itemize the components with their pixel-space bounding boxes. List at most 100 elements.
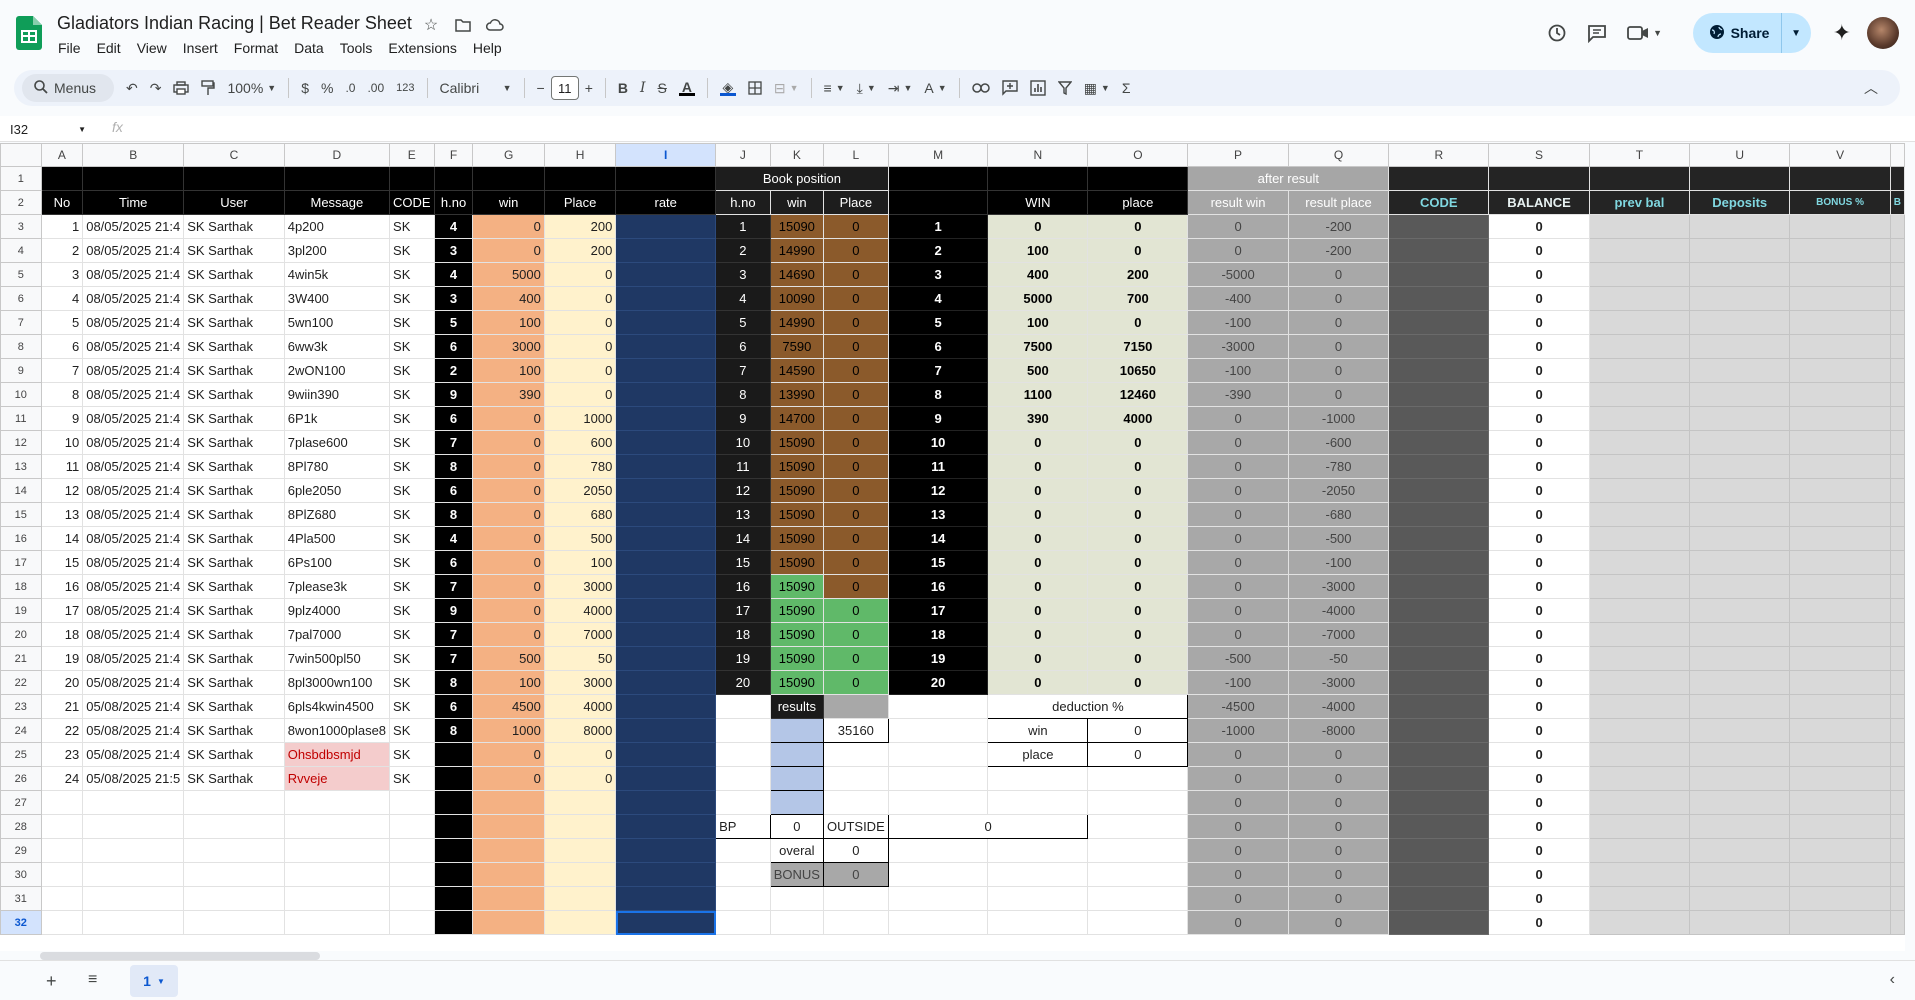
bet-time-cell[interactable] <box>82 790 185 815</box>
bet-message-cell[interactable]: 2wON100 <box>283 358 391 383</box>
book-win-cell[interactable]: 15090 <box>769 454 824 479</box>
bet-time-cell[interactable]: 08/05/2025 21:4 <box>82 286 185 311</box>
row-header[interactable]: 3 <box>0 214 42 239</box>
cell[interactable] <box>715 886 771 911</box>
font-size-increase-button[interactable]: + <box>579 74 599 102</box>
bet-win-cell[interactable]: 0 <box>472 766 545 791</box>
book-win-cell[interactable]: 14990 <box>769 310 824 335</box>
book-win-cell[interactable]: 10090 <box>769 286 824 311</box>
bet-user-cell[interactable]: SK Sarthak <box>183 406 285 431</box>
bonus-cell[interactable] <box>1789 790 1891 815</box>
position-win-cell[interactable]: 390 <box>987 406 1089 431</box>
balance-cell[interactable]: 0 <box>1488 526 1590 551</box>
move-folder-icon[interactable] <box>452 14 474 36</box>
bonus-cell[interactable] <box>1789 646 1891 671</box>
column-header-r[interactable]: R <box>1388 143 1490 167</box>
book-place-cell[interactable]: 0 <box>822 406 889 431</box>
bet-code-cell[interactable]: SK <box>389 238 435 263</box>
position-number-cell[interactable]: 17 <box>887 598 989 623</box>
font-size-input[interactable]: 11 <box>550 76 579 100</box>
result-place-cell[interactable]: -7000 <box>1287 622 1390 647</box>
bet-win-cell[interactable] <box>472 910 545 935</box>
bet-hno-cell[interactable]: 8 <box>433 454 474 479</box>
bet-code-cell[interactable]: SK <box>389 574 435 599</box>
balance-cell[interactable]: 0 <box>1488 742 1590 767</box>
row-header[interactable]: 5 <box>0 262 42 287</box>
bet-hno-cell[interactable] <box>433 766 474 791</box>
balance-cell[interactable]: 0 <box>1488 766 1590 791</box>
avatar[interactable] <box>1867 17 1899 49</box>
position-win-cell[interactable]: 1100 <box>987 382 1089 407</box>
bet-place-cell[interactable] <box>543 838 617 863</box>
bet-hno-cell[interactable] <box>433 886 474 911</box>
book-place-cell[interactable]: 0 <box>822 478 889 503</box>
cell[interactable] <box>769 886 824 911</box>
position-number-cell[interactable]: 5 <box>887 310 989 335</box>
rate-cell[interactable] <box>615 814 717 839</box>
position-place-cell[interactable]: 7150 <box>1087 334 1189 359</box>
cell[interactable] <box>887 742 989 767</box>
position-place-cell[interactable]: 0 <box>1087 598 1189 623</box>
bet-win-cell[interactable]: 0 <box>472 622 545 647</box>
bonus-cell[interactable] <box>1789 694 1891 719</box>
bet-no-cell[interactable]: 19 <box>40 646 84 671</box>
bet-time-cell[interactable]: 05/08/2025 21:4 <box>82 670 185 695</box>
book-hno-cell[interactable]: 7 <box>715 358 771 383</box>
column-header-s[interactable]: S <box>1488 143 1590 167</box>
row-header[interactable]: 14 <box>0 478 42 503</box>
rate-cell[interactable] <box>615 862 717 887</box>
rate-cell[interactable] <box>615 406 717 431</box>
bet-code-cell[interactable]: SK <box>389 502 435 527</box>
result-win-cell[interactable]: 0 <box>1187 622 1289 647</box>
result-place-cell[interactable]: 0 <box>1287 814 1390 839</box>
bet-hno-cell[interactable]: 8 <box>433 718 474 743</box>
bet-message-cell[interactable]: 6ple2050 <box>283 478 391 503</box>
position-win-cell[interactable]: 0 <box>987 574 1089 599</box>
rate-cell[interactable] <box>615 670 717 695</box>
code-cell[interactable] <box>1388 718 1490 743</box>
bet-hno-cell[interactable]: 8 <box>433 502 474 527</box>
book-hno-cell[interactable]: 5 <box>715 310 771 335</box>
cell[interactable] <box>1889 814 1905 839</box>
bonus-cell[interactable] <box>1789 358 1891 383</box>
code-cell[interactable] <box>1388 310 1490 335</box>
bet-message-cell[interactable]: 4Pla500 <box>283 526 391 551</box>
result-win-cell[interactable]: 0 <box>1187 478 1289 503</box>
bet-message-cell[interactable]: 9plz4000 <box>283 598 391 623</box>
font-select[interactable]: Calibri ▼ <box>434 74 518 102</box>
position-place-cell[interactable]: 0 <box>1087 622 1189 647</box>
bet-user-cell[interactable] <box>183 838 285 863</box>
cell[interactable] <box>1889 910 1905 935</box>
balance-cell[interactable]: 0 <box>1488 262 1590 287</box>
prev-bal-cell[interactable] <box>1588 358 1691 383</box>
results-total[interactable]: 35160 <box>822 718 889 743</box>
bet-code-cell[interactable]: SK <box>389 430 435 455</box>
merge-cells-icon[interactable]: ⊟ ▼ <box>768 74 805 102</box>
book-hno-cell[interactable]: 15 <box>715 550 771 575</box>
book-place-cell[interactable]: 0 <box>822 502 889 527</box>
result-input-cell[interactable] <box>769 742 824 767</box>
column-header-u[interactable]: U <box>1689 143 1791 167</box>
book-place-cell[interactable]: 0 <box>822 430 889 455</box>
bonus-cell[interactable] <box>1789 910 1891 935</box>
cell[interactable] <box>1889 886 1905 911</box>
cell[interactable] <box>1889 502 1905 527</box>
position-win-cell[interactable]: 0 <box>987 430 1089 455</box>
cell[interactable] <box>987 766 1089 791</box>
row-header[interactable]: 22 <box>0 670 42 695</box>
book-place-cell[interactable]: 0 <box>822 358 889 383</box>
bet-win-cell[interactable]: 0 <box>472 430 545 455</box>
bet-code-cell[interactable] <box>389 814 435 839</box>
book-win-cell[interactable]: 14590 <box>769 358 824 383</box>
book-place-cell[interactable]: 0 <box>822 574 889 599</box>
cell[interactable] <box>1889 838 1905 863</box>
prev-bal-cell[interactable] <box>1588 526 1691 551</box>
bet-win-cell[interactable]: 100 <box>472 358 545 383</box>
position-place-cell[interactable]: 4000 <box>1087 406 1189 431</box>
book-win-cell[interactable]: 14700 <box>769 406 824 431</box>
cell[interactable] <box>715 766 771 791</box>
bet-win-cell[interactable] <box>472 814 545 839</box>
bet-message-cell[interactable]: 3W400 <box>283 286 391 311</box>
row-header[interactable]: 7 <box>0 310 42 335</box>
book-hno-cell[interactable]: 16 <box>715 574 771 599</box>
